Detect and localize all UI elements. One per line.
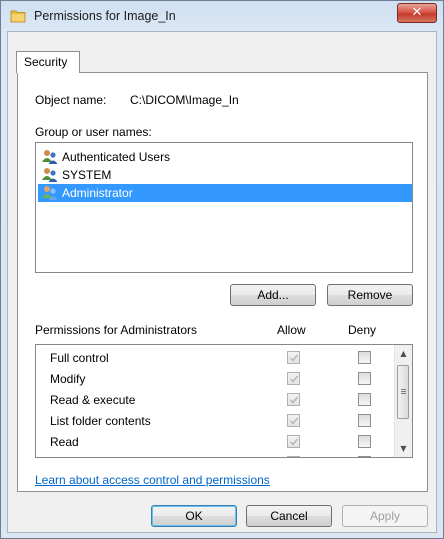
tab-security[interactable]: Security [16, 51, 80, 73]
list-item-label: SYSTEM [62, 168, 112, 182]
allow-checkbox[interactable] [287, 372, 300, 385]
scroll-thumb[interactable] [397, 365, 409, 419]
list-item-label: Administrator [62, 186, 133, 200]
deny-checkbox[interactable] [358, 456, 371, 457]
permissions-list: Full control Modify Read & execute List … [35, 344, 413, 458]
add-button[interactable]: Add... [230, 284, 316, 306]
permission-name: List folder contents [50, 414, 151, 428]
group-user-list[interactable]: Authenticated Users SYSTEM Administrator [35, 142, 413, 273]
scroll-down-arrow-icon[interactable]: ▼ [395, 440, 412, 457]
scroll-up-arrow-icon[interactable]: ▲ [395, 345, 412, 362]
permissions-scrollbar[interactable]: ▲ ▼ [394, 345, 412, 457]
permission-name: Read [50, 435, 79, 449]
permission-name: Modify [50, 372, 86, 386]
permission-row-full-control: Full control [36, 348, 394, 369]
title-bar[interactable]: Permissions for Image_In ✕ [1, 1, 443, 31]
permission-row-read: Read [36, 432, 394, 453]
deny-checkbox[interactable] [358, 414, 371, 427]
permission-row-partial [36, 453, 394, 457]
allow-checkbox[interactable] [287, 414, 300, 427]
deny-checkbox[interactable] [358, 351, 371, 364]
close-button[interactable]: ✕ [397, 3, 437, 23]
list-item-system[interactable]: SYSTEM [38, 166, 412, 184]
close-icon: ✕ [411, 5, 423, 20]
list-item-label: Authenticated Users [62, 150, 171, 164]
cancel-button[interactable]: Cancel [246, 505, 332, 527]
window-title: Permissions for Image_In [34, 9, 176, 23]
object-name-label: Object name: [35, 93, 107, 107]
allow-checkbox[interactable] [287, 393, 300, 406]
allow-checkbox[interactable] [287, 456, 300, 457]
allow-checkbox[interactable] [287, 351, 300, 364]
permission-name: Full control [50, 351, 109, 365]
users-icon [41, 167, 59, 183]
permission-row-read-execute: Read & execute [36, 390, 394, 411]
permission-row-modify: Modify [36, 369, 394, 390]
list-item-authenticated-users[interactable]: Authenticated Users [38, 148, 412, 166]
deny-checkbox[interactable] [358, 435, 371, 448]
users-icon [41, 149, 59, 165]
deny-column-header: Deny [348, 323, 377, 337]
remove-button[interactable]: Remove [327, 284, 413, 306]
group-names-label: Group or user names: [35, 125, 152, 139]
ok-button[interactable]: OK [151, 505, 237, 527]
permission-name: Read & execute [50, 393, 136, 407]
users-icon [41, 185, 59, 201]
folder-icon [10, 8, 26, 24]
object-name-value: C:\DICOM\Image_In [130, 93, 239, 107]
list-item-administrator[interactable]: Administrator [38, 184, 412, 202]
permission-row-list-folder-contents: List folder contents [36, 411, 394, 432]
allow-column-header: Allow [277, 323, 306, 337]
deny-checkbox[interactable] [358, 372, 371, 385]
deny-checkbox[interactable] [358, 393, 371, 406]
apply-button: Apply [342, 505, 428, 527]
permissions-header: Permissions for Administrators [35, 323, 198, 337]
access-control-help-link[interactable]: Learn about access control and permissio… [35, 473, 270, 487]
allow-checkbox[interactable] [287, 435, 300, 448]
